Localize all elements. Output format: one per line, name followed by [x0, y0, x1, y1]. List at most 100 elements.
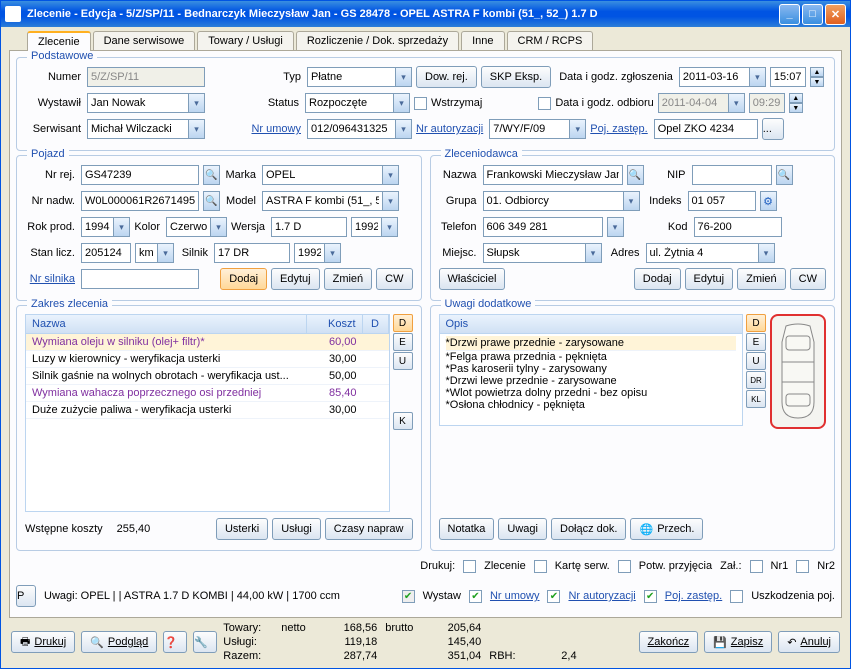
czasy-napraw-button[interactable]: Czasy napraw [325, 518, 413, 540]
godz-zgl-field[interactable] [770, 67, 806, 87]
uwagi-button[interactable]: Uwagi [498, 518, 547, 540]
silnik-field[interactable] [214, 243, 290, 263]
wersja-rok-btn[interactable]: ▾ [381, 217, 398, 237]
zakoncz-button[interactable]: Zakończ [639, 631, 699, 653]
status-combo[interactable] [305, 93, 393, 113]
tab-crm[interactable]: CRM / RCPS [507, 31, 594, 50]
godz-odb-up[interactable]: ▲ [789, 93, 803, 103]
list-item[interactable]: *Drzwi lewe przednie - zarysowane [446, 375, 737, 387]
data-odb-check[interactable] [538, 97, 551, 110]
serwisant-combo[interactable] [87, 119, 188, 139]
scope-side-e[interactable]: E [393, 333, 413, 351]
chk-poj-zast[interactable]: ✔ [644, 590, 657, 603]
scope-side-k[interactable]: K [393, 412, 413, 430]
tab-towary-uslugi[interactable]: Towary / Usługi [197, 31, 294, 50]
usterki-button[interactable]: Usterki [216, 518, 268, 540]
close-button[interactable]: ✕ [825, 4, 846, 25]
tab-inne[interactable]: Inne [461, 31, 504, 50]
vehicle-zmien-button[interactable]: Zmień [324, 268, 373, 290]
stan-field[interactable] [81, 243, 131, 263]
nr-silnika-label[interactable]: Nr silnika [25, 273, 77, 285]
table-row[interactable]: Silnik gaśnie na wolnych obrotach - wery… [26, 368, 389, 385]
nr-autoryz-label[interactable]: Nr autoryzacji [416, 123, 485, 135]
marka-combo[interactable] [262, 165, 382, 185]
vehicle-cw-button[interactable]: CW [376, 268, 412, 290]
kolor-btn[interactable]: ▾ [210, 217, 227, 237]
poj-zast-more-button[interactable]: ... [762, 118, 784, 140]
dow-rej-button[interactable]: Dow. rej. [416, 66, 477, 88]
marka-btn[interactable]: ▾ [382, 165, 399, 185]
miejsc-btn[interactable]: ▾ [585, 243, 602, 263]
scope-col-koszt[interactable]: Koszt [307, 315, 363, 333]
typ-combo-btn[interactable]: ▾ [395, 67, 412, 87]
scope-col-nazwa[interactable]: Nazwa [26, 315, 307, 333]
vehicle-dodaj-button[interactable]: Dodaj [220, 268, 267, 290]
list-item[interactable]: *Drzwi prawe przednie - zarysowane [446, 336, 737, 351]
nr-umowy-label[interactable]: Nr umowy [249, 123, 303, 135]
scope-side-u[interactable]: U [393, 352, 413, 370]
chk-potw[interactable] [618, 560, 631, 573]
notes-list[interactable]: *Drzwi prawe przednie - zarysowane*Felga… [439, 334, 744, 426]
notes-side-e[interactable]: E [746, 333, 766, 351]
nazwa-field[interactable] [483, 165, 623, 185]
maximize-button[interactable]: □ [802, 4, 823, 25]
client-dodaj-button[interactable]: Dodaj [634, 268, 681, 290]
godz-zgl-up[interactable]: ▲ [810, 67, 824, 77]
notes-side-kl[interactable]: KL [746, 390, 766, 408]
chk-wystaw[interactable]: ✔ [402, 590, 415, 603]
notatka-button[interactable]: Notatka [439, 518, 495, 540]
notes-side-dr[interactable]: DR [746, 371, 766, 389]
tab-rozliczenie[interactable]: Rozliczenie / Dok. sprzedaży [296, 31, 459, 50]
dolacz-dok-button[interactable]: Dołącz dok. [551, 518, 626, 540]
p-button[interactable]: P [16, 585, 36, 607]
chk-karta[interactable] [534, 560, 547, 573]
client-zmien-button[interactable]: Zmień [737, 268, 786, 290]
tool-button[interactable]: 🔧 [193, 631, 217, 653]
adres-btn[interactable]: ▾ [758, 243, 775, 263]
grupa-btn[interactable]: ▾ [623, 191, 640, 211]
telefon-btn[interactable]: ▾ [607, 217, 624, 237]
zapisz-button[interactable]: 💾Zapisz [704, 631, 772, 653]
poj-zast-label[interactable]: Poj. zastęp. [590, 123, 649, 135]
list-item[interactable]: *Felga prawa przednia - pęknięta [446, 351, 737, 363]
nip-field[interactable] [692, 165, 772, 185]
chk-nr1[interactable] [750, 560, 763, 573]
model-btn[interactable]: ▾ [382, 191, 399, 211]
model-combo[interactable] [262, 191, 382, 211]
chk-nr-umowy[interactable]: ✔ [469, 590, 482, 603]
wersja-field[interactable] [271, 217, 347, 237]
nr-nadw-field[interactable] [81, 191, 199, 211]
table-row[interactable]: Luzy w kierownicy - weryfikacja usterki3… [26, 351, 389, 368]
miejsc-combo[interactable] [483, 243, 585, 263]
silnik-rok-combo[interactable] [294, 243, 324, 263]
nazwa-search-icon[interactable] [627, 165, 644, 185]
poj-zast-field[interactable] [654, 119, 758, 139]
skp-eksp-button[interactable]: SKP Eksp. [481, 66, 551, 88]
table-row[interactable]: Duże zużycie paliwa - weryfikacja usterk… [26, 402, 389, 419]
chk-nr-autoryz[interactable]: ✔ [547, 590, 560, 603]
notes-side-u[interactable]: U [746, 352, 766, 370]
przech-button[interactable]: 🌐Przech. [630, 518, 703, 540]
notes-col-opis[interactable]: Opis [440, 315, 743, 333]
nr-umowy-btn[interactable]: ▾ [395, 119, 412, 139]
nr-autoryz-btn[interactable]: ▾ [569, 119, 586, 139]
typ-combo[interactable] [307, 67, 395, 87]
nr-nadw-search-icon[interactable] [203, 191, 220, 211]
list-item[interactable]: *Osłona chłodnicy - pęknięta [446, 399, 737, 411]
vehicle-edytuj-button[interactable]: Edytuj [271, 268, 320, 290]
scope-col-d[interactable]: D [363, 315, 389, 333]
uslugi-button[interactable]: Usługi [272, 518, 321, 540]
adres-combo[interactable] [646, 243, 758, 263]
godz-odb-down[interactable]: ▼ [789, 103, 803, 113]
nr-rej-field[interactable] [81, 165, 199, 185]
client-cw-button[interactable]: CW [790, 268, 826, 290]
help-button[interactable]: ❓ [163, 631, 187, 653]
chk-uszkodz[interactable] [730, 590, 743, 603]
nr-autoryz-combo[interactable] [489, 119, 569, 139]
client-edytuj-button[interactable]: Edytuj [685, 268, 734, 290]
list-item[interactable]: *Pas karoserii tylny - zarysowany [446, 363, 737, 375]
table-row[interactable]: Wymiana wahacza poprzecznego osi przedni… [26, 385, 389, 402]
minimize-button[interactable]: _ [779, 4, 800, 25]
nip-search-icon[interactable] [776, 165, 793, 185]
notes-side-d[interactable]: D [746, 314, 766, 332]
